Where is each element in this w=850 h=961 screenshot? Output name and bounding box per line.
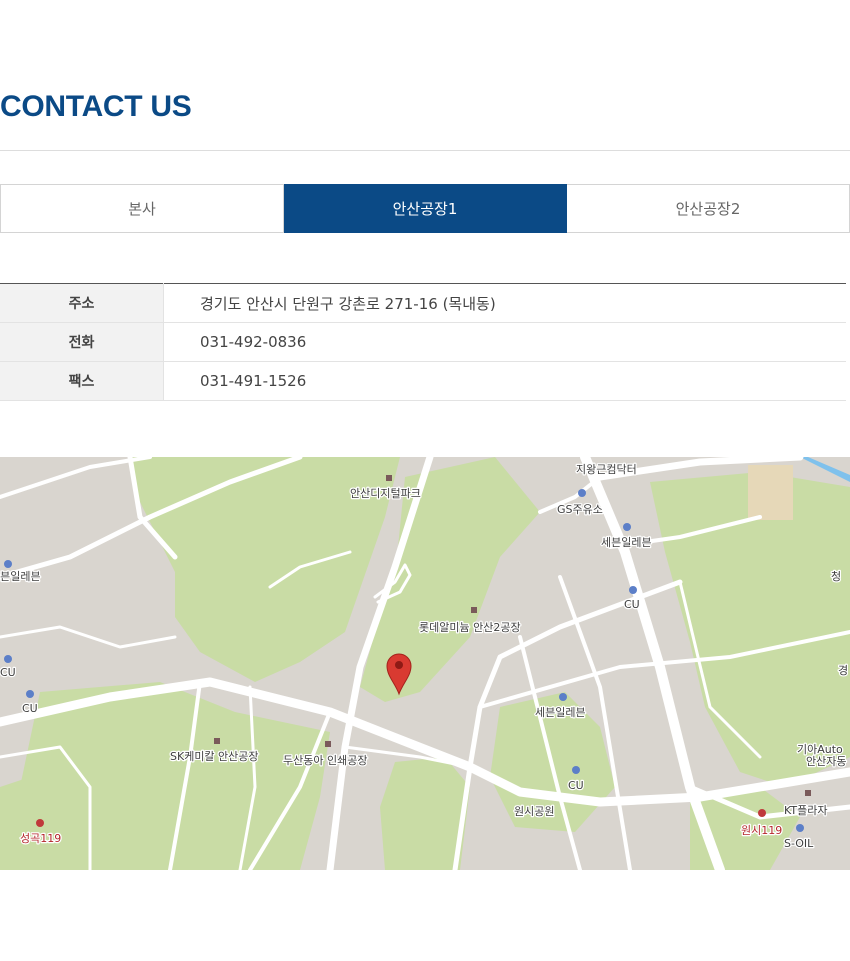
address-row: 주소 경기도 안산시 단원구 강촌로 271-16 (목내동): [0, 283, 846, 323]
phone-value: 031-492-0836: [163, 322, 846, 362]
map-label-seven-mid: 세븐일레븐: [535, 705, 586, 719]
page-title: CONTACT US: [0, 90, 192, 123]
map-canvas[interactable]: 안산디지털파크 지왕근컴닥터 GS주유소 세븐일레븐 세븐일레븐 청 CU 롯데…: [0, 457, 850, 870]
contact-info-table: 주소 경기도 안산시 단원구 강촌로 271-16 (목내동) 전화 031-4…: [0, 283, 846, 401]
map-label-digital-park: 안산디지털파크: [350, 487, 421, 500]
map-label-soil: S-OIL: [784, 837, 814, 850]
map-label-cu-left1: CU: [0, 666, 16, 679]
map-label-sk: SK케미칼 안산공장: [170, 750, 259, 763]
fax-row: 팩스 031-491-1526: [0, 361, 846, 401]
fax-value: 031-491-1526: [163, 361, 846, 401]
map-label-lotte: 롯데알미늄 안산2공장: [419, 620, 521, 634]
sand-area: [748, 465, 793, 520]
map-label-doosan: 두산동아 인쇄공장: [283, 754, 367, 767]
address-label: 주소: [0, 283, 164, 323]
tab-headquarters[interactable]: 본사: [0, 184, 284, 233]
map-label-park: 원시공원: [514, 805, 554, 818]
phone-row: 전화 031-492-0836: [0, 322, 846, 362]
map-label-cheong: 청: [831, 570, 841, 583]
map-label-kia2: 안산자동: [806, 755, 846, 768]
map-label-seven-top: 세븐일레븐: [601, 535, 652, 549]
map-label-gyeong: 경: [838, 664, 848, 677]
tab-ansan-factory-2[interactable]: 안산공장2: [567, 184, 850, 233]
map-label-wonsi119: 원시119: [741, 824, 782, 837]
map-label-seonggok119: 성곡119: [20, 832, 61, 845]
map-label-kt: KT플라자: [784, 804, 827, 817]
map-label-gs: GS주유소: [557, 503, 603, 516]
phone-label: 전화: [0, 322, 164, 362]
location-tabs: 본사 안산공장1 안산공장2: [0, 184, 850, 233]
map-label-seven-left: 세븐일레븐: [0, 569, 41, 583]
map-label-jiwang: 지왕근컴닥터: [576, 463, 637, 476]
map-label-cu-left2: CU: [22, 702, 38, 715]
tab-ansan-factory-1[interactable]: 안산공장1: [284, 184, 567, 233]
map-label-cu-bottom: CU: [568, 779, 584, 792]
map-label-cu-right: CU: [624, 598, 640, 611]
address-value: 경기도 안산시 단원구 강촌로 271-16 (목내동): [163, 283, 846, 323]
fax-label: 팩스: [0, 361, 164, 401]
title-divider: [0, 150, 850, 151]
location-map[interactable]: 안산디지털파크 지왕근컴닥터 GS주유소 세븐일레븐 세븐일레븐 청 CU 롯데…: [0, 457, 850, 870]
